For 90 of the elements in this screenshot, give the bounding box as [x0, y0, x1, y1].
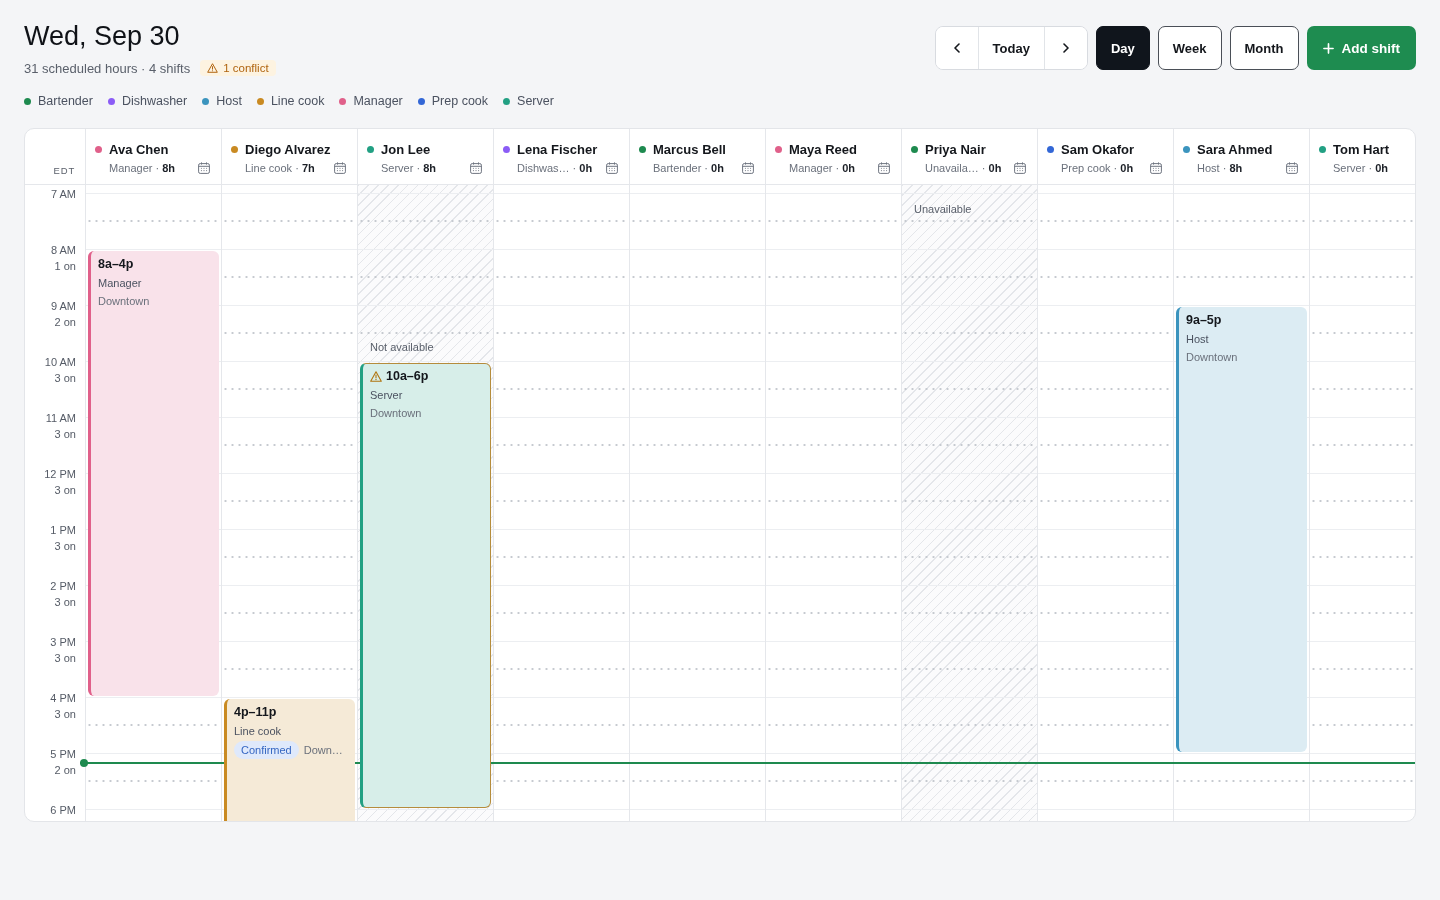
- staff-count: 3 on: [54, 595, 76, 609]
- employee-name: Jon Lee: [381, 141, 431, 157]
- shift-time: 9a–5p: [1186, 313, 1222, 327]
- view-tab[interactable]: Week: [1157, 26, 1222, 70]
- shift-location: Downtown: [1186, 350, 1238, 364]
- staff-count: 3 on: [54, 427, 76, 441]
- role-label: Host: [216, 94, 242, 108]
- calendar-icon[interactable]: [1286, 161, 1298, 174]
- shift-card[interactable]: 8a–4p Manager Downtown: [88, 251, 219, 696]
- calendar-icon[interactable]: [1150, 161, 1162, 174]
- staff-count: 3 on: [54, 483, 76, 497]
- role-label: Server: [517, 94, 554, 108]
- employee-name: Priya Nair: [925, 141, 986, 157]
- employee-name: Tom Hart: [1333, 141, 1390, 157]
- hour-label: 11 AM: [45, 411, 76, 425]
- hour-label: 12 PM: [44, 467, 76, 481]
- schedule-summary: 31 scheduled hours · 4 shifts: [24, 60, 191, 76]
- role-label: Dishwasher: [121, 94, 188, 108]
- shift-location: Down…: [303, 743, 343, 757]
- employee-role-hours: Server · 0h: [1333, 161, 1389, 174]
- add-shift-button[interactable]: Add shift: [1306, 26, 1416, 70]
- shift-role: Host: [1186, 332, 1209, 346]
- employee-role-hours: Unavaila… · 0h: [925, 161, 1002, 174]
- shift-time: 8a–4p: [98, 257, 134, 271]
- hour-label: 6 PM: [50, 803, 76, 817]
- role-label: Manager: [353, 94, 403, 108]
- shift-card[interactable]: 10a–6p Server Downtown: [360, 363, 491, 808]
- warning-icon: [370, 370, 382, 382]
- staff-count: 3 on: [54, 651, 76, 665]
- employee-role-hours: Line cook · 7h: [245, 161, 315, 174]
- hour-label: 3 PM: [50, 635, 76, 649]
- chevron-right-icon: [1062, 43, 1069, 53]
- hour-label: 7 AM: [50, 187, 76, 201]
- chevron-left-icon: [953, 43, 960, 53]
- availability-note: Not available: [370, 340, 434, 354]
- role-label: Bartender: [38, 94, 93, 108]
- hour-label: 9 AM: [50, 299, 76, 313]
- shift-card[interactable]: 9a–5p Host Downtown: [1176, 307, 1307, 752]
- calendar-icon[interactable]: [606, 161, 618, 174]
- calendar-icon[interactable]: [470, 161, 482, 174]
- shift-time: 4p–11p: [234, 705, 277, 719]
- calendar-icon[interactable]: [334, 161, 346, 174]
- employee-role-hours: Host · 8h: [1197, 161, 1243, 174]
- shift-card[interactable]: 4p–11p Line cook Confirmed Down…: [224, 699, 355, 821]
- hour-label: 8 AM: [50, 243, 76, 257]
- employee-role-hours: Prep cook · 0h: [1061, 161, 1134, 174]
- hour-label: 10 AM: [44, 355, 76, 369]
- shift-time: 10a–6p: [386, 369, 429, 383]
- employee-role-hours: Server · 8h: [381, 161, 437, 174]
- plus-icon: [1322, 42, 1334, 54]
- hour-label: 4 PM: [50, 691, 76, 705]
- view-tab[interactable]: Month: [1229, 26, 1299, 70]
- conflict-count: 1 conflict: [223, 62, 269, 74]
- shift-location: Downtown: [98, 294, 150, 308]
- staff-count: 2 on: [54, 763, 76, 777]
- hour-label: 2 PM: [50, 579, 76, 593]
- warning-icon: [207, 63, 219, 73]
- employee-name: Sam Okafor: [1061, 141, 1134, 157]
- employee-name: Ava Chen: [109, 141, 169, 157]
- view-tab[interactable]: Day: [1095, 26, 1150, 70]
- calendar-icon[interactable]: [742, 161, 754, 174]
- employee-name: Marcus Bell: [653, 141, 726, 157]
- calendar-icon[interactable]: [878, 161, 890, 174]
- employee-name: Sara Ahmed: [1197, 141, 1273, 157]
- staff-count: 3 on: [54, 371, 76, 385]
- employee-name: Lena Fischer: [517, 141, 598, 157]
- timezone-label: EDT: [53, 165, 75, 176]
- shift-role: Line cook: [234, 724, 282, 738]
- employee-role-hours: Manager · 0h: [789, 161, 856, 174]
- staff-count: 3 on: [54, 707, 76, 721]
- shift-role: Manager: [98, 276, 142, 290]
- staff-count: 1 on: [54, 259, 76, 273]
- employee-role-hours: Bartender · 0h: [653, 161, 724, 174]
- calendar-icon[interactable]: [1014, 161, 1026, 174]
- employee-role-hours: Dishwas… · 0h: [517, 161, 593, 174]
- status-badge: Confirmed: [234, 741, 299, 759]
- hour-label: 1 PM: [50, 523, 76, 537]
- staff-count: 2 on: [54, 315, 76, 329]
- staff-count: 3 on: [54, 539, 76, 553]
- calendar-icon[interactable]: [198, 161, 210, 174]
- employee-role-hours: Manager · 8h: [109, 161, 176, 174]
- employee-name: Maya Reed: [789, 141, 857, 157]
- shift-location: Downtown: [370, 406, 422, 420]
- employee-name: Diego Alvarez: [245, 141, 331, 157]
- role-label: Line cook: [270, 94, 325, 108]
- page-title: Wed, Sep 30: [24, 20, 180, 52]
- availability-note: Unavailable: [914, 202, 972, 216]
- shift-role: Server: [370, 388, 403, 402]
- hour-label: 5 PM: [50, 747, 76, 761]
- role-label: Prep cook: [431, 94, 489, 108]
